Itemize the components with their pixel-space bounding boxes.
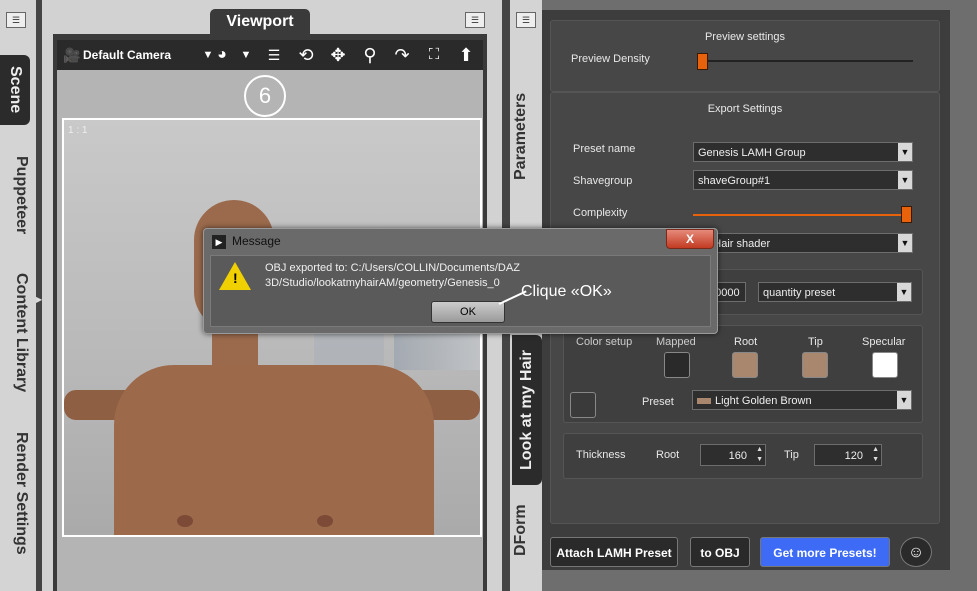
attach-lamh-preset-button[interactable]: Attach LAMH Preset xyxy=(550,537,678,567)
dialog-message-line2: 3D/Studio/lookatmyhairAM/geometry/Genesi… xyxy=(265,277,500,289)
complexity-track[interactable] xyxy=(693,214,905,216)
chevron-down-icon[interactable]: ▼ xyxy=(897,391,911,409)
chevron-down-icon[interactable]: ▼ xyxy=(897,283,911,301)
thickness-label: Thickness xyxy=(576,449,626,461)
to-obj-button[interactable]: to OBJ xyxy=(690,537,750,567)
preset-name-label: Preset name xyxy=(573,143,636,155)
preview-settings-group: Preview settings Preview Density xyxy=(550,20,940,92)
get-more-presets-button[interactable]: Get more Presets! xyxy=(760,537,890,567)
draw-style-dropdown-icon[interactable]: ▼ xyxy=(233,40,259,70)
right-panel-menu-icon[interactable]: ☰ xyxy=(516,12,536,28)
complexity-slider[interactable] xyxy=(901,206,912,223)
chevron-down-icon[interactable]: ▼ xyxy=(898,143,912,161)
specular-label: Specular xyxy=(862,336,906,348)
color-preset-label: Preset xyxy=(642,396,674,408)
dialog-body: ! OBJ exported to: C:/Users/COLLIN/Docum… xyxy=(210,255,711,327)
step-number-badge: 6 xyxy=(244,75,286,117)
color-preset-dropdown[interactable]: Light Golden Brown ▼ xyxy=(692,390,912,410)
up-arrow-icon[interactable]: ⬆ xyxy=(453,40,479,70)
tab-scene[interactable]: Scene xyxy=(0,55,30,125)
left-tab-strip: ☰ Scene Puppeteer Content Library Render… xyxy=(0,0,36,591)
tip-color-swatch[interactable] xyxy=(802,352,828,378)
frame-icon[interactable]: ⛶ xyxy=(421,40,447,70)
tab-content-library[interactable]: Content Library xyxy=(0,268,30,398)
specular-color-swatch[interactable] xyxy=(872,352,898,378)
thickness-group: Thickness Root 160 ▲ ▼ Tip 120 ▲ ▼ xyxy=(563,433,923,479)
viewport-menu-icon[interactable]: ☰ xyxy=(465,12,485,28)
color-setup-title: Color setup xyxy=(576,336,633,348)
pan-icon[interactable]: ✥ xyxy=(325,40,351,70)
preset-name-dropdown[interactable]: Genesis LAMH Group ▼ xyxy=(693,142,913,162)
chevron-down-icon[interactable]: ▼ xyxy=(898,171,912,189)
root-color-label: Root xyxy=(734,336,758,348)
panel-menu-icon[interactable]: ☰ xyxy=(6,12,26,28)
dialog-message-line1: OBJ exported to: C:/Users/COLLIN/Documen… xyxy=(265,262,520,274)
close-button[interactable]: X xyxy=(666,229,714,249)
color-setup-group: Color setup Mapped Root Tip Specular Pre… xyxy=(563,325,923,423)
orbit-icon[interactable]: ⟲ xyxy=(293,40,319,70)
message-dialog: ▶ Message X ! OBJ exported to: C:/Users/C… xyxy=(203,228,718,334)
mapped-swatch[interactable] xyxy=(664,352,690,378)
tab-puppeteer[interactable]: Puppeteer xyxy=(0,150,30,240)
rotate-icon[interactable]: ↷ xyxy=(389,40,415,70)
chevron-down-icon[interactable]: ▼ xyxy=(898,234,912,252)
color-chip xyxy=(697,398,711,405)
tip-color-label: Tip xyxy=(808,336,823,348)
thickness-root-label: Root xyxy=(656,449,680,461)
spinner-arrows-icon[interactable]: ▲ ▼ xyxy=(756,445,763,465)
thickness-root-spinner[interactable]: 160 ▲ ▼ xyxy=(700,444,766,466)
thickness-tip-label: Tip xyxy=(784,449,799,461)
tab-render-settings[interactable]: Render Settings xyxy=(0,428,30,558)
complexity-label: Complexity xyxy=(573,207,628,219)
export-settings-title: Export Settings xyxy=(707,103,783,115)
shader-dropdown[interactable]: an Hair shader ▼ xyxy=(693,233,913,253)
lamh-logo-icon[interactable]: ☺ xyxy=(900,537,932,567)
zoom-icon[interactable]: ⚲ xyxy=(357,40,383,70)
thickness-tip-spinner[interactable]: 120 ▲ ▼ xyxy=(814,444,882,466)
aspect-ratio-label: 1 : 1 xyxy=(68,125,88,136)
app-icon: ▶ xyxy=(212,234,226,249)
shavegroup-label: Shavegroup xyxy=(573,175,633,187)
preview-density-label: Preview Density xyxy=(571,53,650,65)
draw-style-icon[interactable]: ◕ xyxy=(209,40,235,70)
preview-density-slider[interactable] xyxy=(697,53,708,70)
tab-look-at-my-hair[interactable]: Look at my Hair xyxy=(512,335,542,485)
viewport-options-icon[interactable]: ☰ xyxy=(261,40,287,70)
viewport-toolbar: 🎥 Default Camera ▼ ◕ ▼ ☰ ⟲ ✥ ⚲ ↷ ⛶ ⬆ xyxy=(57,40,483,70)
quantity-preset-dropdown[interactable]: quantity preset ▼ xyxy=(758,282,912,302)
root-color-swatch[interactable] xyxy=(732,352,758,378)
mapped-label: Mapped xyxy=(656,336,696,348)
warning-mark: ! xyxy=(233,270,238,286)
preview-density-track[interactable] xyxy=(699,60,913,62)
tab-dform[interactable]: DForm xyxy=(512,500,542,560)
shavegroup-dropdown[interactable]: shaveGroup#1 ▼ xyxy=(693,170,913,190)
tab-viewport[interactable]: Viewport xyxy=(210,9,310,34)
annotation-callout: Clique «OK» xyxy=(521,283,612,300)
ok-button[interactable]: OK xyxy=(431,301,505,323)
preview-settings-title: Preview settings xyxy=(704,31,786,43)
camera-selector[interactable]: Default Camera xyxy=(83,40,171,70)
dialog-titlebar[interactable]: ▶ Message xyxy=(204,229,717,253)
camera-icon: 🎥 xyxy=(63,47,81,63)
tab-parameters[interactable]: Parameters xyxy=(512,93,542,180)
dialog-title: Message xyxy=(232,234,281,248)
spinner-arrows-icon[interactable]: ▲ ▼ xyxy=(872,445,879,465)
color-checkbox[interactable] xyxy=(570,392,596,418)
